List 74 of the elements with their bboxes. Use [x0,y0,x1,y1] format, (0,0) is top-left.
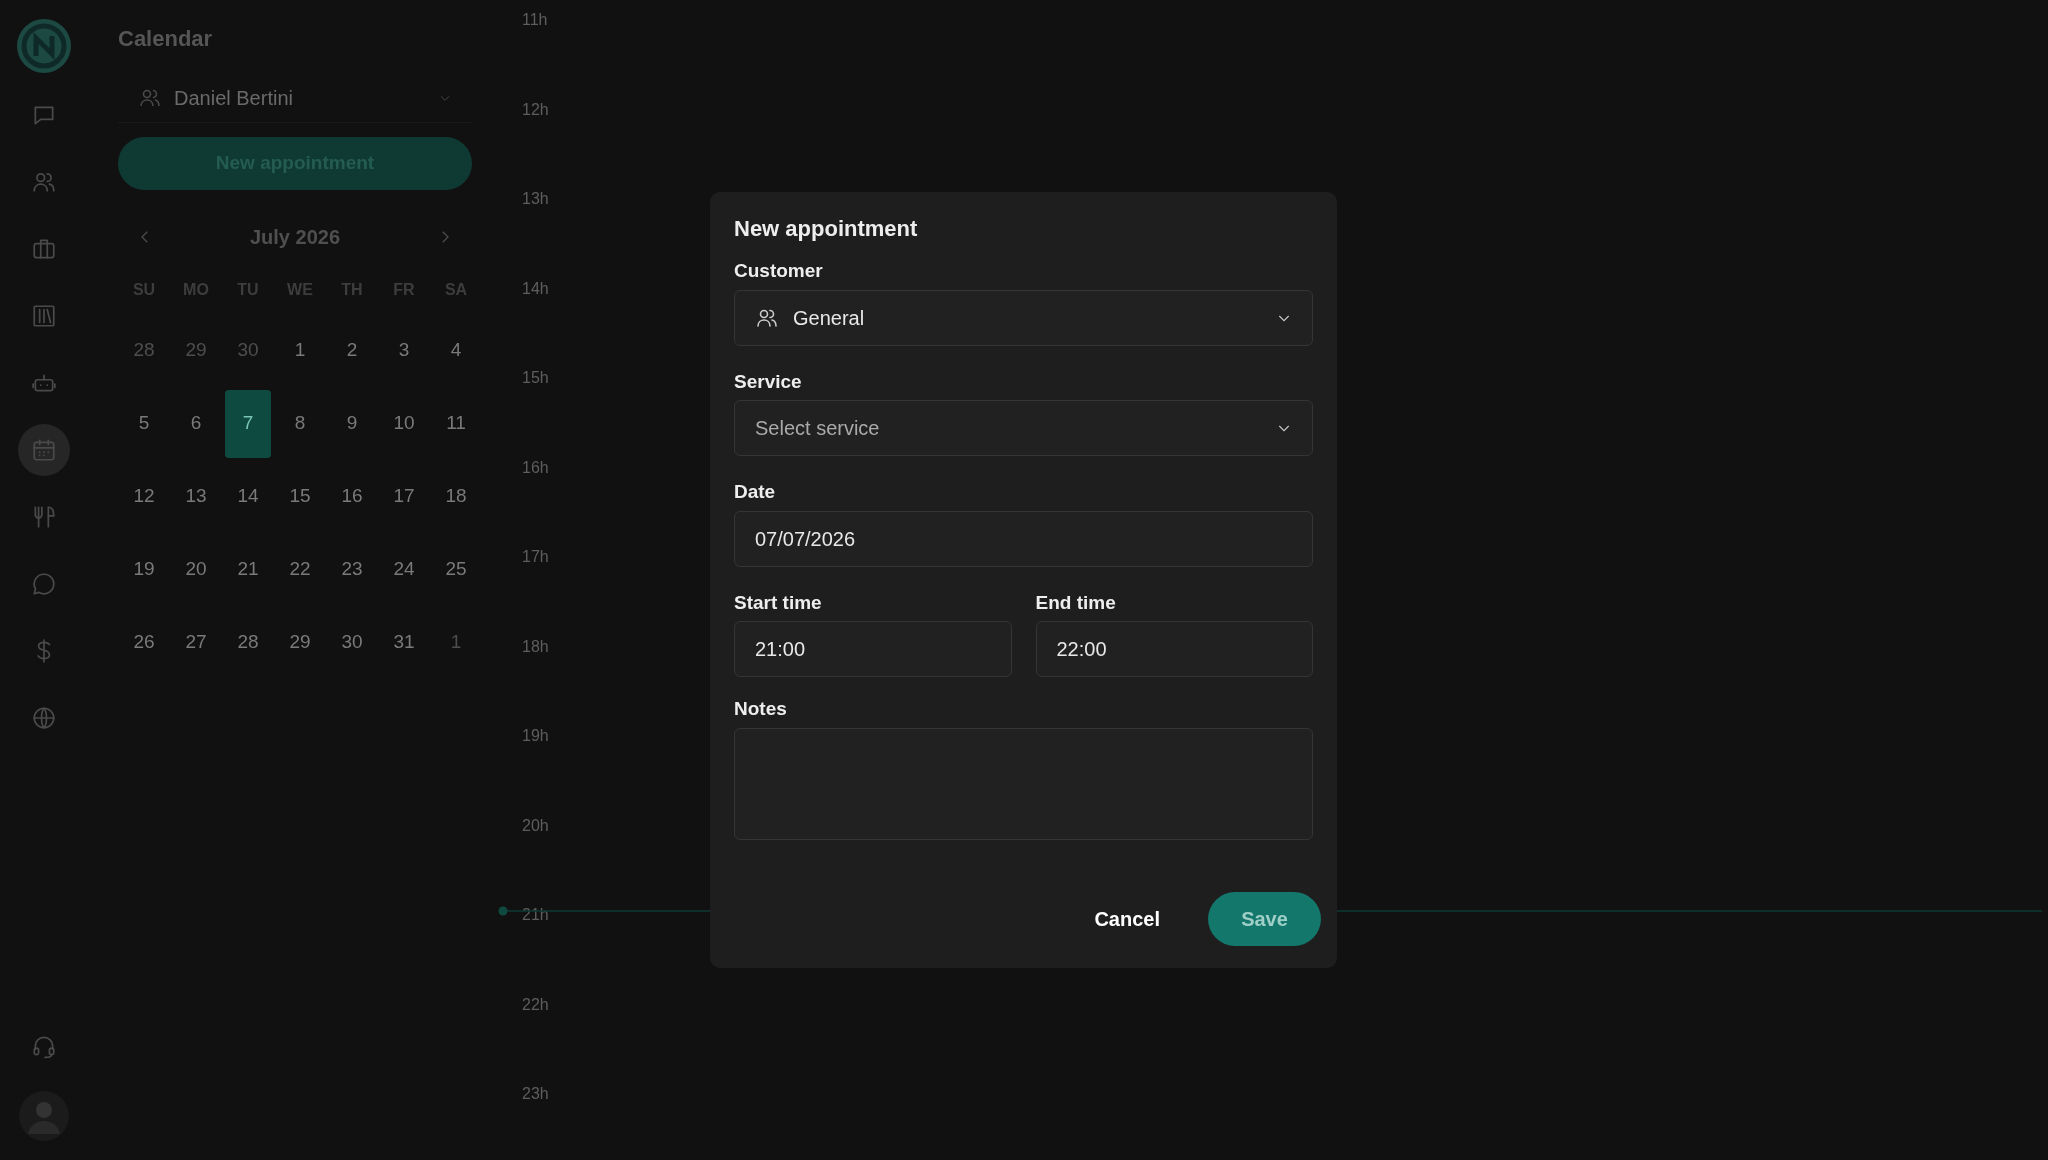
hour-label: 14h [522,278,549,299]
field-label: Date [734,480,777,504]
hour-label: 19h [522,726,549,746]
calendar-day[interactable]: 12 [121,462,167,531]
hour-label: 17h [522,547,549,567]
hour-label: 13h [522,189,549,209]
calendar-day[interactable]: 28 [121,316,167,385]
input-field[interactable]: 22:00 [1035,621,1313,677]
calendar-day[interactable]: 21 [225,535,271,604]
field-label: Start time [734,590,823,615]
calendar-day[interactable]: 23 [329,535,375,604]
books-icon [31,303,57,329]
calendar-day[interactable]: 15 [277,462,323,531]
calendar-day[interactable]: 27 [173,608,219,677]
calendar-day[interactable]: 3 [381,316,427,385]
hour-label: 16h [522,457,549,478]
chat-bubble-icon [31,571,57,597]
hour-label: 22h [522,994,549,1015]
select-field[interactable]: Select service [734,400,1313,456]
calendar-day[interactable]: 30 [329,608,375,677]
hour-label: 11h [522,10,548,30]
calendar-day[interactable]: 24 [381,535,427,604]
cancel-button[interactable]: Cancel [1090,895,1164,942]
save-button[interactable]: Save [1208,891,1321,946]
calendar-day[interactable]: 10 [381,389,427,458]
calendar-day[interactable]: 30 [225,316,271,385]
nav-button[interactable] [18,424,70,476]
calendar-day[interactable]: 2 [329,316,375,385]
calendar-day[interactable]: 25 [433,535,479,604]
calendar-day[interactable]: 22 [277,535,323,604]
user-select[interactable]: Daniel Bertini [118,73,472,123]
calendar-day[interactable]: 29 [173,316,219,385]
hour-label: 15h [522,368,549,388]
hour-label: 18h [522,636,549,657]
calendar-day[interactable]: 1 [277,316,323,385]
hour-label: 23h [522,1084,549,1104]
calendar-day[interactable]: 6 [173,389,219,458]
calendar-day[interactable]: 28 [225,608,271,677]
globe-icon [31,705,57,731]
calendar-day[interactable]: 8 [277,389,323,458]
calendar-day[interactable]: 26 [121,608,167,677]
hour-label: 12h [522,99,549,120]
calendar-day[interactable]: 7 [225,389,271,458]
month-label: July 2026 [249,225,341,250]
page-title: Calendar [118,25,214,53]
logo-icon [16,18,72,74]
hour-label: 20h [522,815,549,836]
calendar-day[interactable]: 9 [329,389,375,458]
fork-knife-icon [31,504,57,530]
calendar-day[interactable]: 5 [121,389,167,458]
hour-label: 21h [522,905,549,925]
calendar-day[interactable]: 17 [381,462,427,531]
calendar-day[interactable]: 29 [277,608,323,677]
avatar[interactable] [18,1090,70,1142]
calendar-day[interactable]: 14 [225,462,271,531]
select-field[interactable]: General [734,289,1313,346]
field-label: Service [734,369,803,394]
calendar-day[interactable]: 1 [433,608,479,677]
field-label: End time [1035,590,1117,615]
field-label: Notes [734,697,788,721]
calendar-day[interactable]: 11 [433,389,479,458]
calendar-day[interactable]: 19 [121,535,167,604]
calendar-day[interactable]: 4 [433,316,479,385]
input-field[interactable]: 21:00 [734,621,1012,677]
input-field[interactable]: 07/07/2026 [734,510,1313,567]
calendar-day[interactable]: 31 [381,608,427,677]
calendar-icon [31,437,57,463]
field-label: Customer [734,259,824,283]
calendar-day[interactable]: 20 [173,535,219,604]
briefcase-icon [31,236,57,262]
calendar-day[interactable]: 18 [433,462,479,531]
dialog-title: New appointment [734,215,919,243]
calendar-day[interactable]: 16 [329,462,375,531]
calendar-day[interactable]: 13 [173,462,219,531]
